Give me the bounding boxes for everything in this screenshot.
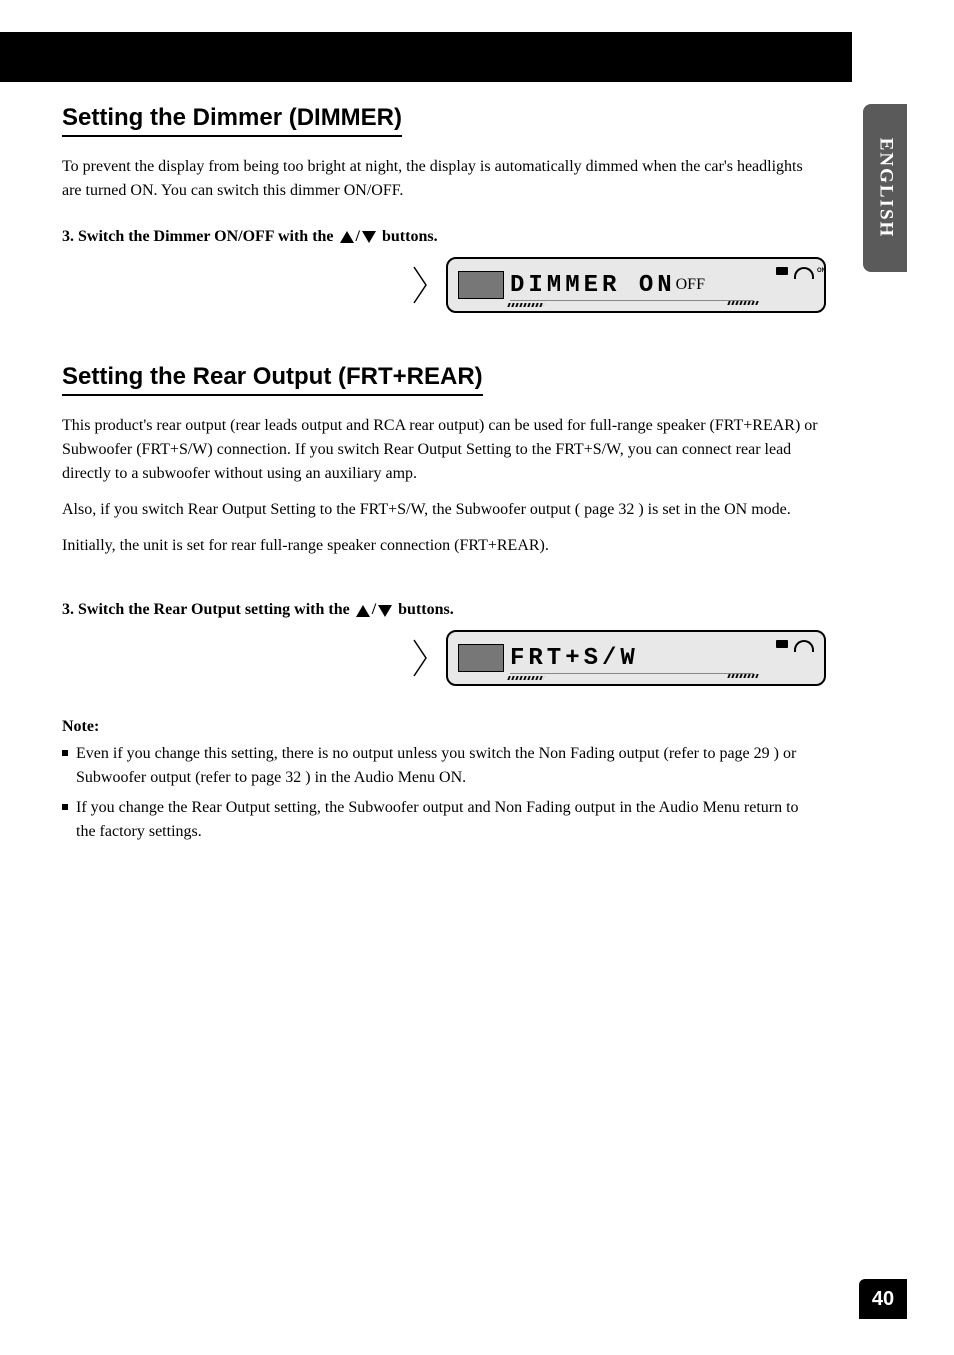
display-row-rear: FRT+S/W [412, 630, 822, 686]
heading-dimmer: Setting the Dimmer (DIMMER) [62, 104, 402, 137]
step-text-post-rear: buttons. [398, 601, 454, 618]
lcd-text-rear: FRT+S/W [510, 645, 639, 672]
page-number-badge: 40 [859, 1279, 907, 1319]
main-content: Setting the Dimmer (DIMMER) To prevent t… [62, 104, 822, 844]
para-rear-2-post: ) is set in the ON mode. [638, 501, 790, 518]
play-outline-icon [412, 265, 428, 305]
triangle-down-icon-2 [378, 605, 392, 617]
arc-icon-2 [794, 640, 814, 652]
page-number: 40 [872, 1288, 894, 1311]
note-1-pre: Even if you change this setting, there i… [76, 745, 719, 762]
step-dimmer: 3. Switch the Dimmer ON/OFF with the / b… [62, 225, 822, 249]
page-ref-32: page 32 [584, 501, 634, 518]
lcd-underline [510, 300, 754, 301]
note-title: Note: [62, 718, 822, 736]
bullet-icon-2 [62, 804, 68, 810]
section-dimmer: Setting the Dimmer (DIMMER) To prevent t… [62, 104, 822, 313]
note-2-text: If you change the Rear Output setting, t… [76, 796, 822, 844]
arc-off-label: OFF [676, 276, 705, 293]
heading-rear: Setting the Rear Output (FRT+REAR) [62, 363, 483, 396]
bullet-icon [62, 750, 68, 756]
up-down-buttons-rear: / [354, 598, 394, 622]
lcd-dash-icon-2 [507, 676, 544, 680]
status-dot-icon-2 [776, 640, 788, 648]
para-rear-3: Initially, the unit is set for rear full… [62, 534, 822, 558]
arc-on-icon: ON [794, 267, 814, 279]
page-ref-29: page 29 [719, 745, 769, 762]
step-text-pre-rear: Switch the Rear Output setting with the [78, 601, 354, 618]
page-ref-32b: page 32 [251, 769, 301, 786]
lcd-graphic-icon-2 [458, 644, 504, 672]
para-rear-2: Also, if you switch Rear Output Setting … [62, 498, 822, 522]
step-rear: 3. Switch the Rear Output setting with t… [62, 598, 822, 622]
lcd-status-icons-2 [776, 640, 814, 652]
lcd-text-dimmer: DIMMER ON [510, 272, 676, 299]
lcd-dash2-icon [727, 301, 758, 305]
lcd-graphic-icon [458, 271, 504, 299]
lcd-dash2-icon-2 [727, 674, 758, 678]
play-outline-icon-2 [412, 638, 428, 678]
section-rear-output: Setting the Rear Output (FRT+REAR) This … [62, 363, 822, 844]
note-block: Note: Even if you change this setting, t… [62, 718, 822, 844]
display-row-dimmer: DIMMER ON ON OFF [412, 257, 822, 313]
step-number-rear: 3. [62, 601, 74, 618]
para-rear-1: This product's rear output (rear leads o… [62, 414, 822, 486]
header-band [0, 32, 852, 82]
language-tab: ENGLISH [863, 104, 907, 272]
language-tab-label: ENGLISH [874, 138, 896, 239]
lcd-display-dimmer: DIMMER ON ON OFF [446, 257, 826, 313]
lcd-dash-icon [507, 303, 544, 307]
triangle-up-icon [340, 231, 354, 243]
lcd-status-icons: ON [776, 267, 814, 279]
arc-off-icon: OFF [676, 276, 705, 294]
para-dimmer-intro: To prevent the display from being too br… [62, 155, 822, 203]
arc-on-label: ON [817, 268, 826, 274]
lcd-display-rear: FRT+S/W [446, 630, 826, 686]
para-rear-2-pre: Also, if you switch Rear Output Setting … [62, 501, 580, 518]
note-item-1: Even if you change this setting, there i… [62, 742, 822, 790]
step-number: 3. [62, 228, 74, 245]
note-1-suf: ) in the Audio Menu ON. [305, 769, 466, 786]
triangle-up-icon-2 [356, 605, 370, 617]
lcd-underline-2 [510, 673, 754, 674]
note-item-2: If you change the Rear Output setting, t… [62, 796, 822, 844]
status-dot-icon [776, 267, 788, 275]
up-down-buttons: / [338, 225, 378, 249]
step-text-post: buttons. [382, 228, 438, 245]
step-text-pre: Switch the Dimmer ON/OFF with the [78, 228, 338, 245]
triangle-down-icon [362, 231, 376, 243]
note-1-text: Even if you change this setting, there i… [76, 742, 822, 790]
